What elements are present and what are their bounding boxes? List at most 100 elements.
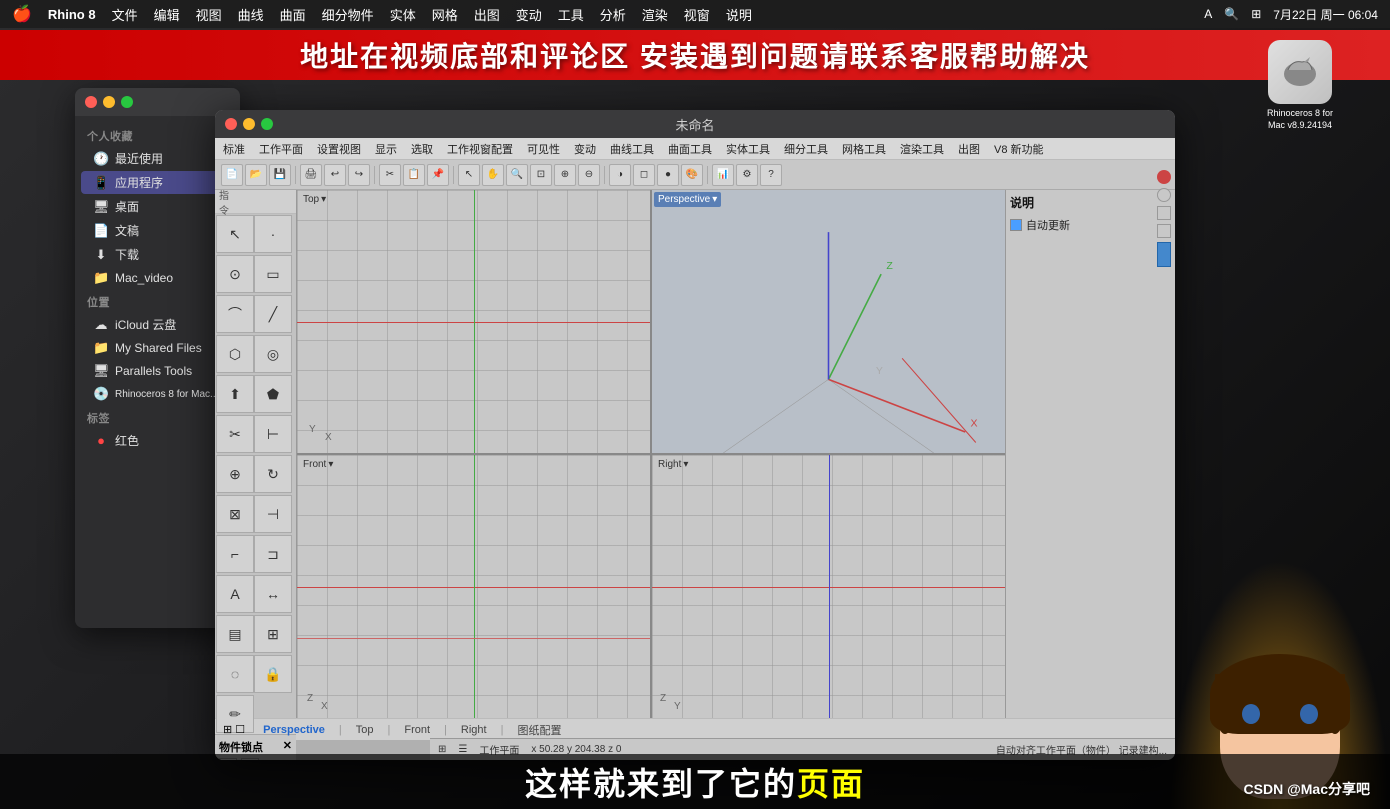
tab-workplane[interactable]: 工作平面	[259, 141, 303, 157]
swatch-red[interactable]	[1157, 170, 1171, 184]
tool-box-btn[interactable]: ⬡	[216, 335, 254, 373]
swatch-square-2[interactable]	[1157, 224, 1171, 238]
vp-tab-top[interactable]: Top	[346, 722, 384, 738]
finder-item-rhinoceros-disk[interactable]: 💿 Rhinoceros 8 for Mac...	[81, 383, 234, 405]
toolbar-help[interactable]: ?	[760, 164, 782, 186]
toolbar-undo[interactable]: ↩	[324, 164, 346, 186]
apple-logo-icon[interactable]: 🍎	[12, 4, 32, 24]
toolbar-pan[interactable]: ✋	[482, 164, 504, 186]
vp-tab-right[interactable]: Right	[451, 722, 497, 738]
menu-tools[interactable]: 工具	[558, 5, 584, 24]
tool-extrude-btn[interactable]: ⬆	[216, 375, 254, 413]
viewport-perspective-label[interactable]: Perspective ▾	[654, 192, 721, 207]
tab-transform[interactable]: 变动	[574, 141, 596, 157]
viewport-top[interactable]: Top ▾ Y X	[297, 190, 650, 453]
tab-v8new[interactable]: V8 新功能	[994, 141, 1044, 157]
tool-lock-btn[interactable]: 🔒	[254, 655, 292, 693]
tab-select[interactable]: 选取	[411, 141, 433, 157]
search-icon[interactable]: 🔍	[1224, 7, 1239, 21]
finder-item-applications[interactable]: 📱 应用程序	[81, 171, 234, 194]
window-minimize-button[interactable]	[103, 96, 115, 108]
tool-annotate-btn[interactable]: A	[216, 575, 254, 613]
toolbar-paste[interactable]: 📌	[427, 164, 449, 186]
tool-loft-btn[interactable]: ⬟	[254, 375, 292, 413]
rhino-app-icon[interactable]	[1268, 40, 1332, 104]
toolbar-zoom-ext[interactable]: 🔍	[506, 164, 528, 186]
tool-group-btn[interactable]: ⊞	[254, 615, 292, 653]
toolbar-zoom-out[interactable]: ⊖	[578, 164, 600, 186]
window-maximize-button[interactable]	[121, 96, 133, 108]
menu-viewport[interactable]: 视窗	[684, 5, 710, 24]
menu-help[interactable]: 说明	[726, 5, 752, 24]
tool-rect-btn[interactable]: ▭	[254, 255, 292, 293]
toolbar-material[interactable]: 🎨	[681, 164, 703, 186]
menu-render[interactable]: 渲染	[642, 5, 668, 24]
toolbar-open[interactable]: 📂	[245, 164, 267, 186]
finder-item-icloud[interactable]: ☁ iCloud 云盘	[81, 313, 234, 336]
toolbar-print[interactable]: 🖨	[300, 164, 322, 186]
tool-dim-btn[interactable]: ↔	[254, 575, 292, 613]
viewport-right[interactable]: Right ▾ Z Y	[652, 455, 1005, 718]
toolbar-zoom-in[interactable]: ⊕	[554, 164, 576, 186]
menu-transform[interactable]: 变动	[516, 5, 542, 24]
viewport-top-label[interactable]: Top ▾	[299, 192, 330, 207]
tab-solidtools[interactable]: 实体工具	[726, 141, 770, 157]
tool-mirror-btn[interactable]: ⊣	[254, 495, 292, 533]
toolbar-render[interactable]: ●	[657, 164, 679, 186]
menu-solid[interactable]: 实体	[390, 5, 416, 24]
viewport-perspective[interactable]: Perspective ▾	[652, 190, 1005, 453]
toolbar-save[interactable]: 💾	[269, 164, 291, 186]
tool-circle-btn[interactable]: ⊙	[216, 255, 254, 293]
finder-item-shared[interactable]: 📁 My Shared Files	[81, 337, 234, 359]
finder-item-downloads[interactable]: ⬇ 下载	[81, 243, 234, 266]
tool-fillet-btn[interactable]: ⌐	[216, 535, 254, 573]
menu-curve[interactable]: 曲线	[238, 5, 264, 24]
rhino-close-button[interactable]	[225, 118, 237, 130]
input-method-indicator[interactable]: A	[1204, 7, 1212, 21]
tab-curvetools[interactable]: 曲线工具	[610, 141, 654, 157]
tool-trim-btn[interactable]: ✂	[216, 415, 254, 453]
toolbar-select[interactable]: ↖	[458, 164, 480, 186]
vp-tab-perspective[interactable]: Perspective	[253, 722, 335, 738]
viewport-right-label[interactable]: Right ▾	[654, 457, 692, 472]
toolbar-new[interactable]: 📄	[221, 164, 243, 186]
swatch-gray[interactable]	[1157, 188, 1171, 202]
tool-line-btn[interactable]: ╱	[254, 295, 292, 333]
finder-item-desktop[interactable]: 🖥 桌面	[81, 195, 234, 218]
rhino-minimize-button[interactable]	[243, 118, 255, 130]
tool-split-btn[interactable]: ⊢	[254, 415, 292, 453]
swatch-blue[interactable]	[1157, 242, 1171, 267]
toolbar-shade[interactable]: ◑	[609, 164, 631, 186]
tab-visibility[interactable]: 可见性	[527, 141, 560, 157]
menu-analysis[interactable]: 分析	[600, 5, 626, 24]
toolbar-cut[interactable]: ✂	[379, 164, 401, 186]
tool-hatch-btn[interactable]: ▤	[216, 615, 254, 653]
viewport-front[interactable]: Front ▾ Z X	[297, 455, 650, 718]
menu-surface[interactable]: 曲面	[280, 5, 306, 24]
app-name-menu[interactable]: Rhino 8	[48, 7, 96, 22]
toolbar-redo[interactable]: ↪	[348, 164, 370, 186]
menu-view[interactable]: 视图	[196, 5, 222, 24]
toolbar-zoom-win[interactable]: ⊡	[530, 164, 552, 186]
tool-point-btn[interactable]: ·	[254, 215, 292, 253]
finder-item-parallels[interactable]: 🖥 Parallels Tools	[81, 360, 234, 382]
menu-subdiv[interactable]: 细分物件	[322, 5, 374, 24]
finder-item-tag-red[interactable]: ● 红色	[81, 429, 234, 452]
vp-tab-layout[interactable]: 图纸配置	[507, 720, 571, 740]
tab-meshtools[interactable]: 网格工具	[842, 141, 886, 157]
toolbar-wire[interactable]: ◻	[633, 164, 655, 186]
menu-edit[interactable]: 编辑	[154, 5, 180, 24]
tab-surfacetools[interactable]: 曲面工具	[668, 141, 712, 157]
tool-offset-btn[interactable]: ⊐	[254, 535, 292, 573]
tool-move-btn[interactable]: ⊕	[216, 455, 254, 493]
tool-sphere-btn[interactable]: ◎	[254, 335, 292, 373]
tool-select-btn[interactable]: ↖	[216, 215, 254, 253]
viewport-front-label[interactable]: Front ▾	[299, 457, 337, 472]
toolbar-layer[interactable]: 📊	[712, 164, 734, 186]
finder-item-recent[interactable]: 🕐 最近使用	[81, 147, 234, 170]
vp-tab-front[interactable]: Front	[394, 722, 440, 738]
snap-panel-close[interactable]: ✕	[283, 739, 292, 755]
tab-viewport-config[interactable]: 工作视窗配置	[447, 141, 513, 157]
tab-setview[interactable]: 设置视图	[317, 141, 361, 157]
menu-print[interactable]: 出图	[474, 5, 500, 24]
